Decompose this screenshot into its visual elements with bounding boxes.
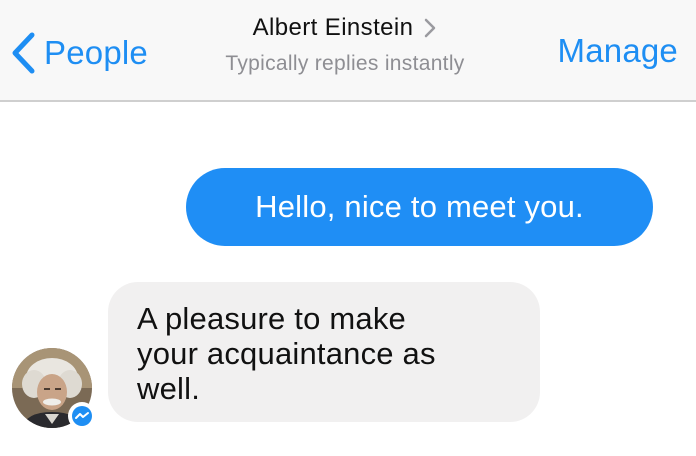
- chevron-right-icon: [425, 18, 436, 38]
- contact-name: Albert Einstein: [252, 14, 414, 41]
- outgoing-message-text: Hello, nice to meet you.: [255, 189, 584, 224]
- messenger-icon: [72, 406, 92, 426]
- back-label: People: [44, 34, 148, 71]
- incoming-message-line: well.: [137, 371, 201, 406]
- conversation-header: Albert Einstein Typically replies instan…: [170, 14, 520, 76]
- incoming-message-line: A pleasure to make: [137, 301, 406, 336]
- messenger-badge: [68, 402, 96, 430]
- manage-button[interactable]: Manage: [558, 32, 678, 70]
- message-thread: Hello, nice to meet you. A pleasure to m…: [0, 104, 696, 456]
- navigation-bar: People Albert Einstein Typically replies…: [0, 0, 696, 102]
- incoming-message-line: your acquaintance as: [137, 336, 436, 371]
- contact-name-button[interactable]: Albert Einstein: [253, 14, 438, 42]
- back-button[interactable]: People: [10, 28, 148, 78]
- outgoing-message[interactable]: Hello, nice to meet you.: [186, 168, 653, 246]
- chevron-left-icon: [12, 32, 35, 74]
- incoming-message[interactable]: A pleasure to make your acquaintance as …: [108, 282, 540, 422]
- reply-status: Typically replies instantly: [225, 52, 465, 75]
